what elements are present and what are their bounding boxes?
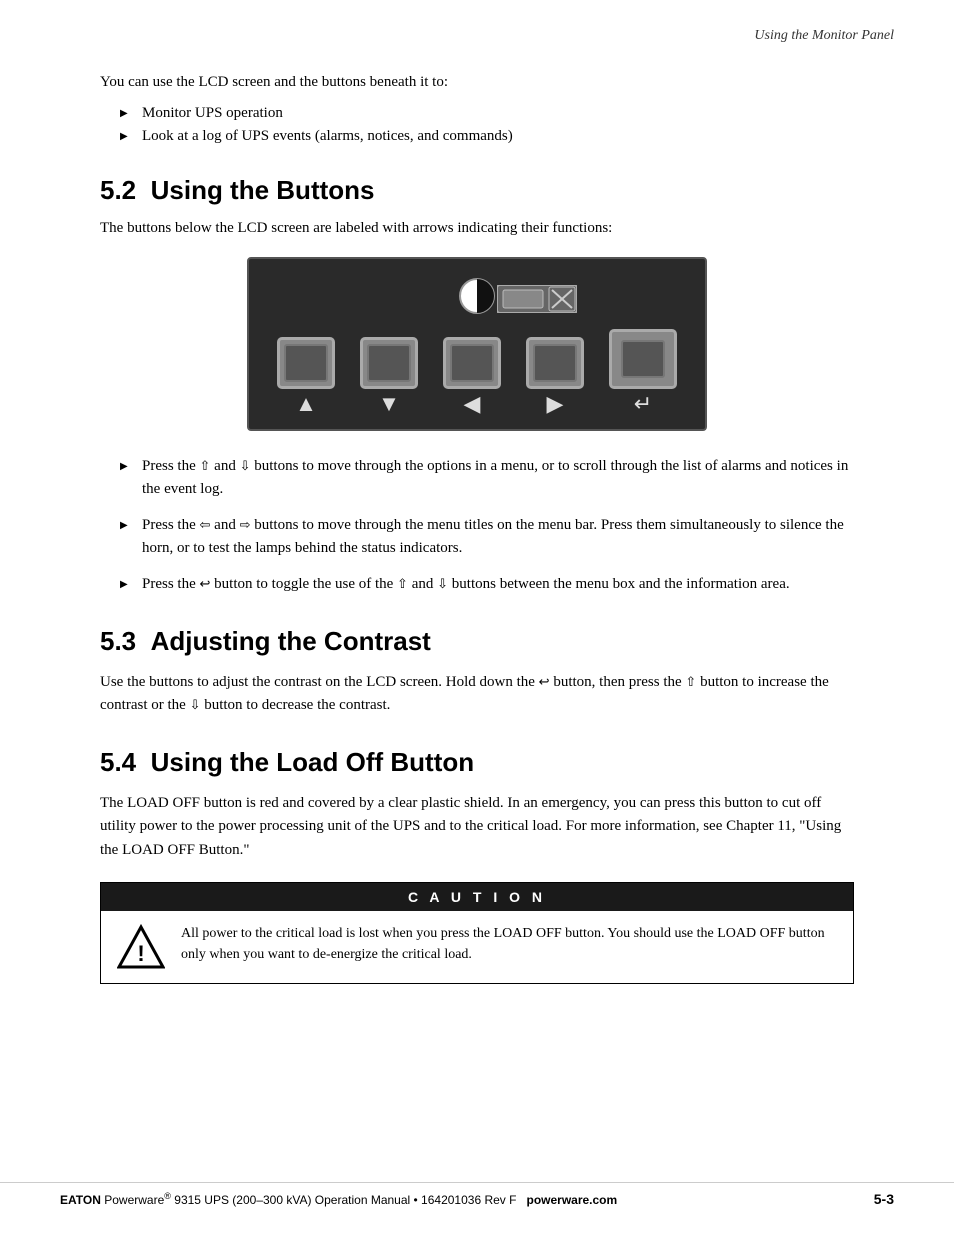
section-53-heading: 5.3 Adjusting the Contrast: [100, 626, 854, 657]
footer-product: Powerware®: [104, 1193, 174, 1207]
contrast-circle: [458, 277, 496, 320]
intro-bullet-2: Look at a log of UPS events (alarms, not…: [120, 128, 854, 145]
btn-body-left: [443, 337, 501, 389]
button-diagram: ▲ ▼: [100, 257, 854, 431]
footer-model: 9315 UPS (200–300 kVA) Operation Manual …: [174, 1193, 516, 1207]
page-container: Using the Monitor Panel You can use the …: [0, 0, 954, 1235]
btn-inner-enter: [621, 340, 665, 378]
diagram-top-section: [273, 277, 681, 321]
main-content: You can use the LCD screen and the butto…: [0, 54, 954, 1044]
btn-arrow-up: ▲: [295, 393, 317, 415]
btn-body-right: [526, 337, 584, 389]
footer-brand: EATON: [60, 1193, 101, 1207]
footer-left: EATON Powerware® 9315 UPS (200–300 kVA) …: [60, 1191, 617, 1207]
header-text: Using the Monitor Panel: [754, 28, 894, 43]
section-52-bullet-3: Press the ↩ button to toggle the use of …: [120, 573, 854, 596]
btn-body-down: [360, 337, 418, 389]
intro-bullet-1: Monitor UPS operation: [120, 105, 854, 122]
caution-text: All power to the critical load is lost w…: [181, 923, 837, 965]
panel-button-up: ▲: [277, 337, 335, 415]
section-53: 5.3 Adjusting the Contrast Use the butto…: [100, 626, 854, 718]
caution-header: C A U T I O N: [101, 883, 853, 911]
btn-inner-right: [533, 344, 577, 382]
btn-arrow-down: ▼: [378, 393, 400, 415]
section-52: 5.2 Using the Buttons The buttons below …: [100, 175, 854, 596]
section-52-subtext: The buttons below the LCD screen are lab…: [100, 220, 854, 237]
section-54-heading: 5.4 Using the Load Off Button: [100, 747, 854, 778]
section-52-bullet-2: Press the ⇦ and ⇨ buttons to move throug…: [120, 514, 854, 559]
svg-text:!: !: [137, 941, 144, 966]
btn-inner-down: [367, 344, 411, 382]
btn-arrow-right: ▶: [547, 393, 564, 415]
page-footer: EATON Powerware® 9315 UPS (200–300 kVA) …: [0, 1182, 954, 1207]
section-52-bullet-1: Press the ⇧ and ⇩ buttons to move throug…: [120, 455, 854, 500]
intro-bullet-list: Monitor UPS operation Look at a log of U…: [120, 105, 854, 145]
footer-website: powerware.com: [526, 1193, 617, 1207]
panel-button-enter: ↵: [609, 329, 677, 415]
btn-inner-up: [284, 344, 328, 382]
panel-button-left: ◀: [443, 337, 501, 415]
section-52-heading: 5.2 Using the Buttons: [100, 175, 854, 206]
panel-button-right: ▶: [526, 337, 584, 415]
lcd-symbol: [497, 285, 577, 318]
btn-body-enter: [609, 329, 677, 389]
footer-page-number: 5-3: [874, 1191, 894, 1207]
btn-body-up: [277, 337, 335, 389]
caution-box: C A U T I O N ! All power to the critica…: [100, 882, 854, 984]
diagram-buttons-row: ▲ ▼: [273, 329, 681, 415]
caution-warning-icon: !: [117, 923, 165, 971]
btn-arrow-left: ◀: [464, 393, 481, 415]
section-54: 5.4 Using the Load Off Button The LOAD O…: [100, 747, 854, 984]
section-52-bullets: Press the ⇧ and ⇩ buttons to move throug…: [120, 455, 854, 596]
section-53-body: Use the buttons to adjust the contrast o…: [100, 671, 854, 718]
caution-body: ! All power to the critical load is lost…: [101, 911, 853, 983]
page-header: Using the Monitor Panel: [0, 0, 954, 54]
panel-button-down: ▼: [360, 337, 418, 415]
btn-arrow-enter: ↵: [634, 393, 652, 415]
section-54-body: The LOAD OFF button is red and covered b…: [100, 792, 854, 862]
btn-inner-left: [450, 344, 494, 382]
diagram-box: ▲ ▼: [247, 257, 707, 431]
intro-paragraph: You can use the LCD screen and the butto…: [100, 74, 854, 91]
